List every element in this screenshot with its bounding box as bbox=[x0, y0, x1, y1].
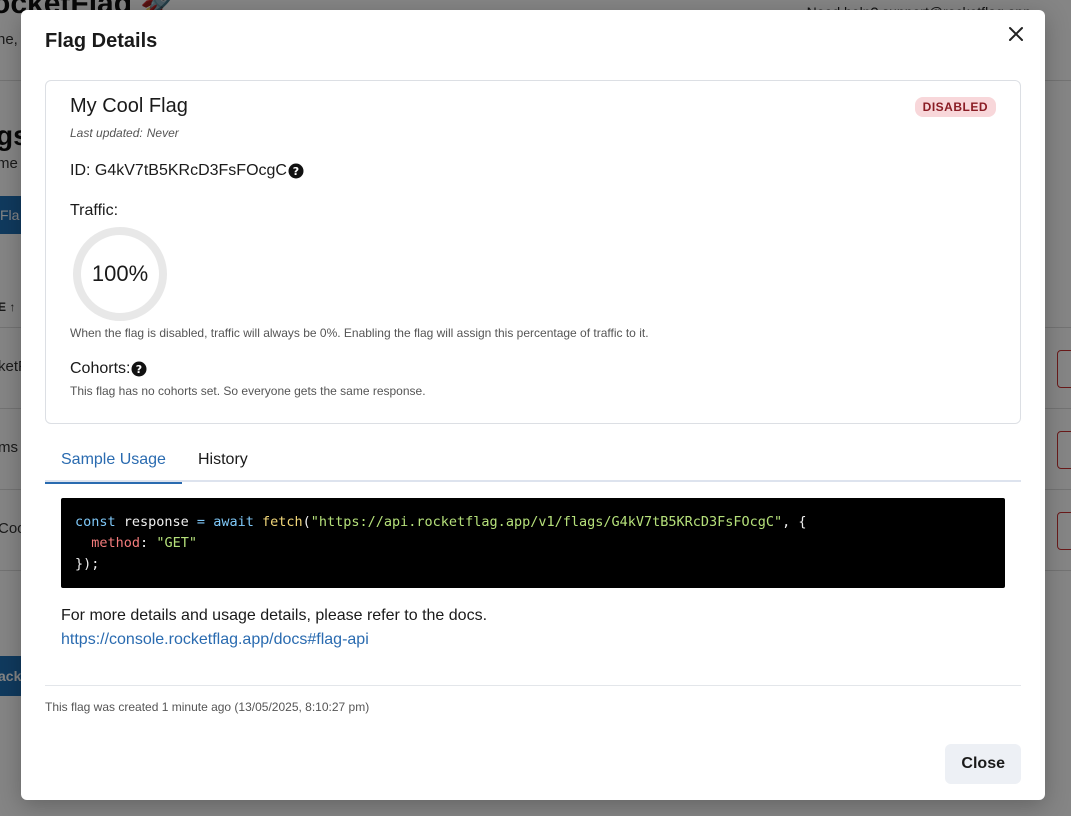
flag-id-value: G4kV7tB5KRcD3FsFOcgC bbox=[94, 162, 287, 179]
traffic-note: When the flag is disabled, traffic will … bbox=[70, 326, 649, 340]
close-icon[interactable] bbox=[1005, 23, 1027, 45]
footer-divider bbox=[45, 685, 1021, 686]
traffic-value: 100% bbox=[91, 261, 149, 286]
flag-id: ID: G4kV7tB5KRcD3FsFOcgC ? bbox=[70, 162, 304, 180]
code-token: method bbox=[91, 535, 141, 551]
flag-details-modal: Flag Details My Cool Flag DISABLED Last … bbox=[21, 10, 1045, 800]
cohorts-label-text: Cohorts: bbox=[70, 360, 131, 377]
flag-name: My Cool Flag bbox=[70, 95, 188, 117]
code-token: fetch bbox=[261, 514, 303, 530]
cohorts-note: This flag has no cohorts set. So everyon… bbox=[70, 384, 426, 398]
code-token: response bbox=[115, 514, 197, 530]
svg-text:?: ? bbox=[293, 165, 299, 178]
code-token: , { bbox=[782, 514, 807, 530]
docs-link[interactable]: https://console.rocketflag.app/docs#flag… bbox=[61, 631, 369, 649]
tab-history[interactable]: History bbox=[182, 442, 264, 482]
code-token: ( bbox=[302, 514, 311, 530]
created-timestamp: This flag was created 1 minute ago (13/0… bbox=[45, 700, 370, 714]
svg-text:?: ? bbox=[136, 363, 142, 376]
code-token: : bbox=[140, 535, 157, 551]
last-updated: Last updated: Never bbox=[70, 126, 179, 140]
code-token: const bbox=[75, 514, 116, 530]
last-updated-label: Last updated: bbox=[70, 126, 143, 140]
last-updated-value: Never bbox=[146, 126, 179, 140]
code-token: "https://api.rocketflag.app/v1/flags/G4k… bbox=[310, 514, 783, 530]
cohorts-label: Cohorts: ? bbox=[70, 360, 147, 378]
docs-text: For more details and usage details, plea… bbox=[61, 607, 488, 624]
code-sample[interactable]: const response = await fetch("https://ap… bbox=[61, 498, 1005, 588]
traffic-label: Traffic: bbox=[70, 202, 119, 219]
close-button[interactable]: Close bbox=[945, 744, 1021, 784]
status-badge: DISABLED bbox=[914, 97, 996, 117]
code-token: "GET" bbox=[156, 535, 197, 551]
tab-sample-usage[interactable]: Sample Usage bbox=[45, 442, 182, 484]
code-token: await bbox=[205, 514, 262, 530]
question-circle-icon[interactable]: ? bbox=[288, 163, 304, 179]
modal-title: Flag Details bbox=[45, 30, 158, 52]
usage-tabs: Sample Usage History bbox=[45, 442, 1021, 484]
question-circle-icon[interactable]: ? bbox=[131, 361, 147, 377]
flag-summary-card: My Cool Flag DISABLED Last updated: Never… bbox=[45, 80, 1021, 424]
code-token: }); bbox=[75, 556, 100, 572]
code-token: = bbox=[196, 514, 206, 530]
flag-id-label: ID: bbox=[70, 162, 91, 179]
